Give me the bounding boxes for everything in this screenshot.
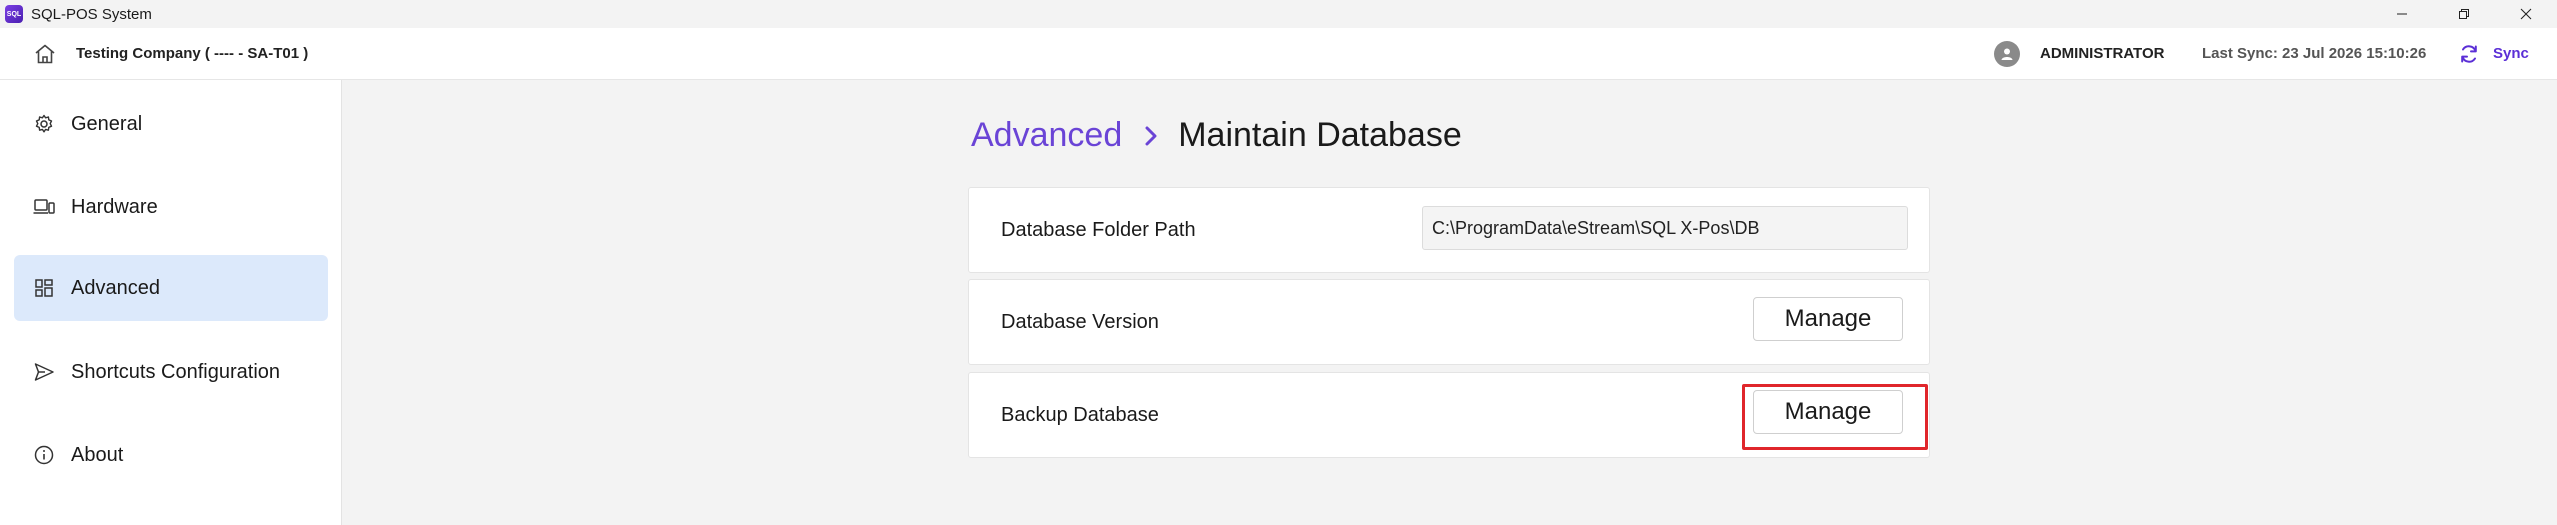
database-version-row: Database Version Manage — [968, 279, 1930, 365]
restore-icon — [2459, 9, 2469, 19]
user-name: ADMINISTRATOR — [2040, 45, 2165, 62]
info-icon — [34, 445, 54, 465]
sidebar-item-label: About — [71, 443, 124, 466]
page-title: Maintain Database — [1178, 116, 1462, 154]
user-avatar[interactable] — [1994, 41, 2020, 67]
sidebar-item-hardware[interactable]: Hardware — [14, 174, 328, 240]
breadcrumb-advanced[interactable]: Advanced — [971, 116, 1122, 155]
company-name: Testing Company ( ---- - SA-T01 ) — [76, 45, 309, 62]
devices-icon — [33, 199, 55, 214]
sidebar: General Hardware Advanced Shortcuts Conf… — [0, 80, 342, 525]
home-icon[interactable] — [33, 43, 57, 65]
sidebar-item-label: Advanced — [71, 276, 160, 299]
app-header: Testing Company ( ---- - SA-T01 ) ADMINI… — [0, 28, 2557, 80]
last-sync-time: Last Sync: 23 Jul 2026 15:10:26 — [2202, 45, 2427, 62]
sidebar-item-about[interactable]: About — [14, 422, 328, 488]
database-version-manage-button[interactable]: Manage — [1753, 297, 1903, 341]
backup-database-label: Backup Database — [1001, 404, 1159, 426]
sync-icon[interactable] — [2458, 43, 2480, 65]
gear-icon — [35, 114, 53, 133]
close-icon — [2520, 8, 2532, 20]
app-logo-icon: SQL — [5, 5, 23, 23]
database-folder-path-input[interactable] — [1422, 206, 1908, 250]
title-bar: SQL SQL-POS System — [0, 0, 2557, 28]
user-icon — [2001, 48, 2013, 60]
sidebar-item-advanced[interactable]: Advanced — [14, 255, 328, 321]
close-button[interactable] — [2495, 0, 2557, 28]
sidebar-item-general[interactable]: General — [14, 91, 328, 157]
send-icon — [34, 363, 54, 381]
window-controls — [2371, 0, 2557, 28]
database-folder-path-label: Database Folder Path — [1001, 219, 1196, 241]
minimize-icon — [2397, 13, 2407, 15]
database-version-label: Database Version — [1001, 311, 1159, 333]
sidebar-item-shortcuts[interactable]: Shortcuts Configuration — [14, 339, 328, 405]
app-logo-text: SQL — [6, 10, 22, 18]
restore-button[interactable] — [2433, 0, 2495, 28]
highlight-box — [1742, 384, 1928, 450]
database-folder-path-row: Database Folder Path — [968, 187, 1930, 273]
sync-button[interactable]: Sync — [2493, 45, 2529, 62]
sidebar-item-label: General — [71, 112, 143, 135]
minimize-button[interactable] — [2371, 0, 2433, 28]
grid-icon — [35, 279, 53, 297]
breadcrumb: Advanced Maintain Database — [971, 116, 1462, 155]
sidebar-item-label: Shortcuts Configuration — [71, 360, 281, 383]
window-title: SQL-POS System — [31, 5, 152, 23]
chevron-right-icon — [1145, 126, 1157, 145]
sidebar-item-label: Hardware — [71, 195, 158, 218]
main-content: Advanced Maintain Database Database Fold… — [343, 80, 2557, 525]
